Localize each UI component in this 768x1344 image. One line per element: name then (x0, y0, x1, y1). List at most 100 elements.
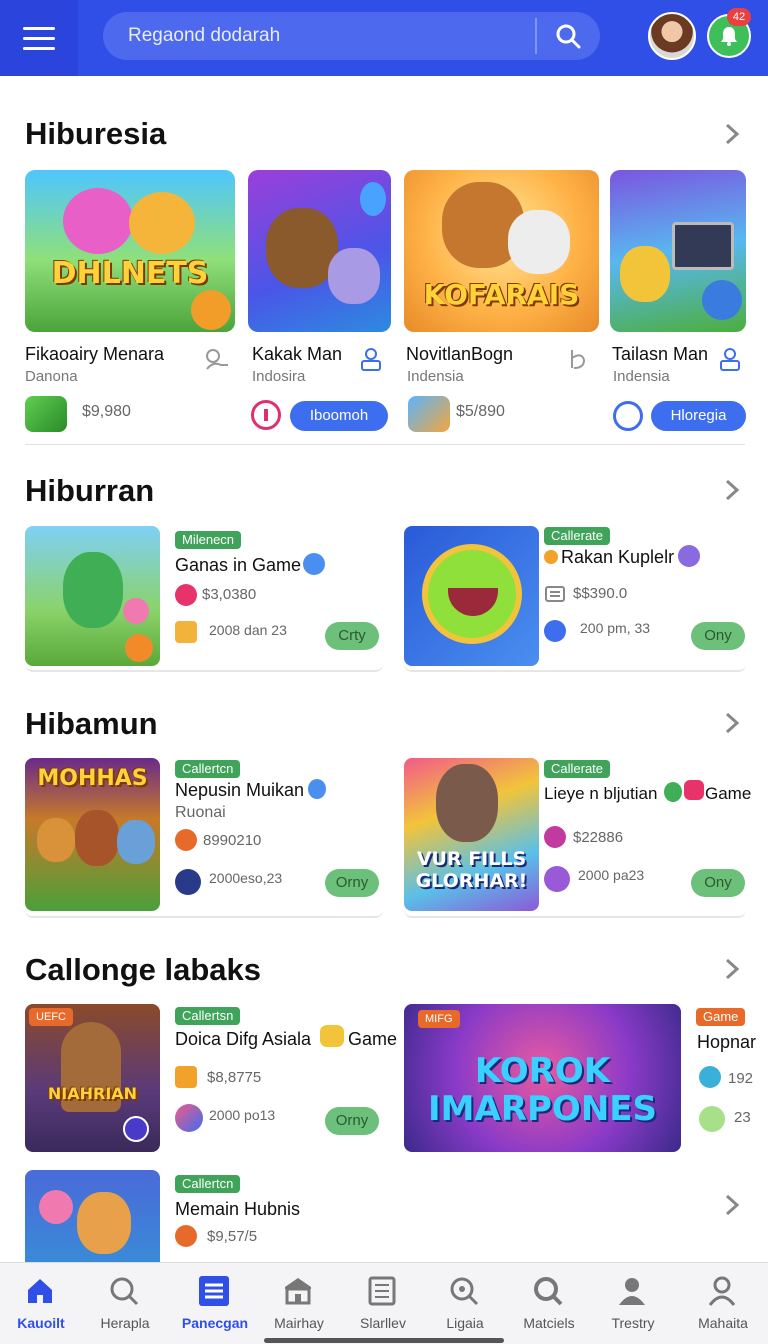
game-name[interactable]: Nepusin Muikan (175, 780, 304, 801)
ticket-icon (545, 586, 565, 602)
bell-icon (721, 27, 737, 46)
game-name[interactable]: Kakak Man (252, 344, 342, 365)
game-subtitle: Ruonai (175, 804, 226, 821)
balloon-icon (303, 553, 325, 575)
nav-item-mahaita[interactable]: Mahaita (680, 1263, 766, 1344)
category-tag: Callertsn (175, 1007, 241, 1025)
chevron-right-icon[interactable] (722, 956, 742, 982)
game-name[interactable]: Lieye n bljutian (544, 784, 657, 804)
nav-item-ligaia[interactable]: Ligaia (422, 1263, 508, 1344)
play-button[interactable]: Orny (325, 869, 379, 897)
play-button[interactable]: Crty (325, 622, 379, 650)
game-thumbnail[interactable]: MOHHAS (25, 758, 160, 911)
game-thumbnail[interactable] (610, 170, 746, 332)
chevron-right-icon[interactable] (722, 121, 742, 147)
shield-icon[interactable] (613, 401, 643, 431)
category-tag: Callerate (544, 760, 611, 778)
game-date: 200 pm, 33 (580, 620, 651, 636)
game-thumbnail[interactable] (25, 526, 160, 666)
section-title: Callonge labaks (25, 952, 262, 987)
flame-icon (544, 550, 558, 564)
game-thumbnail[interactable]: MIFG KOROK IMARPONES (404, 1004, 681, 1152)
game-thumbnail[interactable]: UEFC NIAHRIAN (25, 1004, 160, 1152)
user-icon[interactable] (718, 346, 742, 372)
category-tag: Milenecn (175, 531, 242, 549)
play-button[interactable]: Ony (691, 869, 745, 897)
chevron-right-icon[interactable] (722, 477, 742, 503)
game-subtitle: Indensia (613, 368, 670, 385)
game-date: 2000eso,23 (209, 870, 283, 886)
menu-button[interactable] (0, 0, 78, 76)
game-thumbnail[interactable]: KOFARAIS (404, 170, 599, 332)
nav-item-herapla[interactable]: Herapla (82, 1263, 168, 1344)
game-art-title: KOROK IMARPONES (428, 1051, 657, 1129)
game-name[interactable]: Hopnar (697, 1032, 756, 1053)
top-bar: Regaond dodarah 42 (0, 0, 768, 76)
game-name[interactable]: Memain Hubnis (175, 1199, 300, 1220)
nav-item-panecgan[interactable]: Panecgan (172, 1263, 258, 1344)
game-name[interactable]: Fikaoairy Menara (25, 344, 164, 365)
nav-label: Slarllev (360, 1315, 406, 1331)
game-logo-icon (699, 1106, 725, 1132)
balloon-icon (308, 779, 326, 799)
nav-item-matciels[interactable]: Matciels (506, 1263, 592, 1344)
mini-game-icon (25, 396, 67, 432)
game-name[interactable]: Rakan Kuplelr (561, 547, 674, 568)
avatar[interactable] (648, 12, 696, 60)
game-thumbnail[interactable] (248, 170, 391, 332)
game-name[interactable]: Tailasn Man (612, 344, 708, 365)
game-thumbnail[interactable]: VUR FILLS GLORHAR! (404, 758, 539, 911)
section-title: Hibamun (25, 706, 158, 741)
user-icon[interactable] (359, 346, 383, 372)
play-button[interactable]: Orny (325, 1107, 379, 1135)
game-thumbnail[interactable] (25, 1170, 160, 1262)
play-button[interactable]: Hloregia (651, 401, 746, 431)
game-price: $9,57/5 (207, 1228, 258, 1245)
game-date: 2008 dan 23 (209, 622, 287, 638)
game-name-suffix: Game (348, 1029, 398, 1049)
nav-item-home[interactable]: Kauoilt (0, 1263, 84, 1344)
nav-item-mairhay[interactable]: Mairhay (256, 1263, 342, 1344)
game-thumbnail[interactable] (404, 526, 539, 666)
game-logo-icon (175, 869, 201, 895)
game-art-title: VUR FILLS GLORHAR! (415, 848, 528, 892)
game-price: $9,980 (82, 403, 131, 420)
game-price: $$390.0 (573, 585, 628, 602)
controller-icon[interactable] (203, 347, 231, 371)
home-indicator (264, 1338, 504, 1343)
chevron-right-icon[interactable] (722, 1192, 742, 1218)
game-thumbnail[interactable]: DHLNETS (25, 170, 235, 332)
info-icon[interactable] (251, 400, 281, 430)
game-art-title: NIAHRIAN (47, 1084, 138, 1103)
section-title: Hiburesia (25, 116, 167, 151)
game-art-title: DHLNETS (51, 256, 209, 291)
game-price: $3,0380 (202, 586, 257, 603)
section-divider (25, 444, 745, 445)
joystick-icon (544, 620, 566, 642)
search-bar[interactable]: Regaond dodarah (103, 12, 600, 60)
play-button[interactable]: Iboomoh (290, 401, 388, 431)
play-button[interactable]: Ony (691, 622, 745, 650)
nav-item-trestry[interactable]: Trestry (590, 1263, 676, 1344)
nav-label: Mahaita (698, 1315, 748, 1331)
nav-item-slarllev[interactable]: Slarllev (340, 1263, 426, 1344)
search-icon (110, 1277, 139, 1306)
game-name[interactable]: NovitlanBogn (406, 344, 513, 365)
gear-icon (175, 1225, 197, 1247)
category-tag: Callerate (544, 527, 611, 545)
search-icon[interactable] (555, 23, 581, 49)
section-title: Hiburran (25, 473, 155, 508)
nav-label: Matciels (523, 1315, 575, 1331)
category-tag: Game (696, 1008, 746, 1026)
nav-label: Panecgan (181, 1315, 249, 1331)
nav-label: Herapla (100, 1315, 150, 1331)
search-input[interactable]: Regaond dodarah (128, 25, 280, 47)
nav-label: Trestry (611, 1315, 655, 1331)
game-subtitle: Indosira (252, 368, 306, 385)
controller-icon[interactable] (566, 346, 590, 372)
chevron-right-icon[interactable] (722, 710, 742, 736)
game-badge: UEFC (29, 1008, 73, 1026)
game-date: 2000 po13 (209, 1107, 276, 1123)
game-name[interactable]: Ganas in Game (175, 555, 301, 576)
game-name[interactable]: Doica Difg Asiala (175, 1029, 311, 1050)
